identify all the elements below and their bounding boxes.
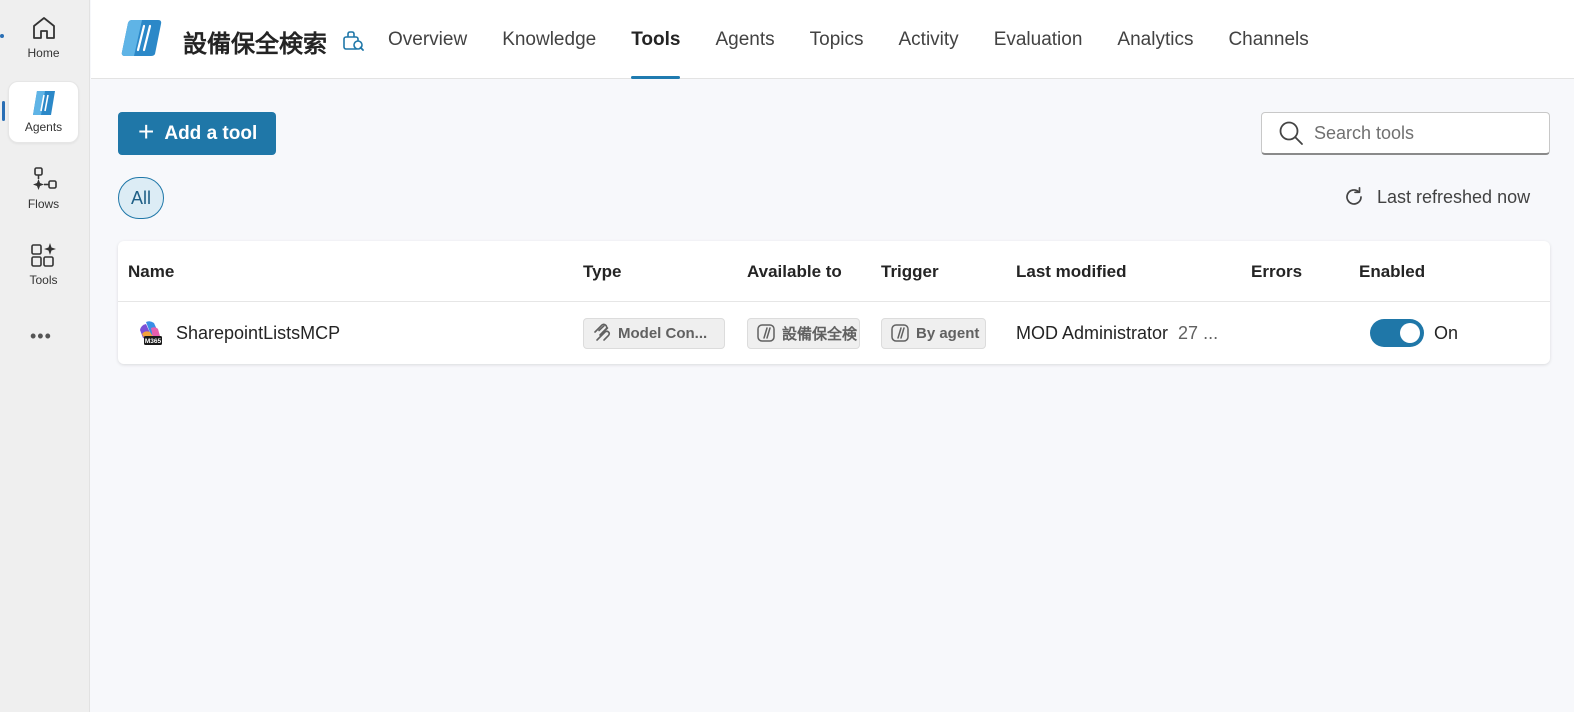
rail-item-label: Agents	[24, 120, 63, 134]
m365-icon: M365	[140, 321, 162, 345]
flows-icon	[32, 167, 57, 190]
rail-item-label: Flows	[27, 197, 60, 211]
tab-tools[interactable]: Tools	[631, 0, 681, 79]
tool-type-cell: Model Con...	[583, 302, 725, 364]
rail-item-home[interactable]: Home	[8, 6, 79, 68]
available-to-badge: 設備保全検	[747, 317, 860, 349]
column-header-name[interactable]: Name	[128, 262, 174, 282]
column-header-available-to[interactable]: Available to	[747, 262, 842, 282]
type-label: Model Con...	[618, 324, 708, 342]
filter-chip-all[interactable]: All	[118, 177, 164, 219]
rail-item-label: Tools	[29, 273, 58, 287]
column-header-errors[interactable]: Errors	[1251, 262, 1302, 282]
agent-header: 設備保全検索 Overview Knowledge Tools Agents T…	[91, 0, 1574, 79]
tab-activity[interactable]: Activity	[899, 0, 959, 79]
agent-tabs: Overview Knowledge Tools Agents Topics A…	[388, 0, 1344, 79]
more-icon[interactable]: •••	[30, 326, 52, 347]
tab-topics[interactable]: Topics	[810, 0, 864, 79]
add-tool-label: Add a tool	[164, 122, 258, 144]
column-header-type[interactable]: Type	[583, 262, 621, 282]
refresh-icon	[1346, 186, 1362, 205]
rail-active-indicator	[2, 101, 5, 121]
rail-item-flows[interactable]: Flows	[8, 157, 79, 219]
search-box[interactable]	[1261, 112, 1550, 155]
left-rail: Home Agents Flows Tools •••	[0, 0, 90, 712]
refresh-button[interactable]: Last refreshed now	[1343, 186, 1530, 208]
enabled-cell: On	[1370, 302, 1458, 364]
column-header-trigger[interactable]: Trigger	[881, 262, 939, 282]
column-header-enabled[interactable]: Enabled	[1359, 262, 1425, 282]
agents-icon	[32, 91, 55, 115]
refresh-status-text: Last refreshed now	[1377, 186, 1531, 207]
tool-name-cell[interactable]: M365 SharepointListsMCP	[136, 302, 340, 364]
agent-logo-icon	[121, 20, 162, 56]
type-badge: Model Con...	[583, 317, 725, 349]
modified-by: MOD Administrator	[1016, 322, 1169, 343]
column-header-last-modified[interactable]: Last modified	[1016, 262, 1127, 282]
rail-item-tools[interactable]: Tools	[8, 233, 79, 295]
tab-analytics[interactable]: Analytics	[1117, 0, 1193, 79]
tab-knowledge[interactable]: Knowledge	[502, 0, 596, 79]
mcp-icon	[594, 323, 611, 341]
available-to-label: 設備保全検	[782, 325, 858, 343]
available-to-cell: 設備保全検	[747, 302, 860, 364]
agent-trigger-icon	[891, 324, 909, 342]
tab-overview[interactable]: Overview	[388, 0, 467, 79]
tools-table: Name Type Available to Trigger Last modi…	[118, 241, 1550, 364]
enabled-toggle[interactable]	[1370, 319, 1424, 347]
home-icon	[32, 17, 55, 39]
tools-icon	[30, 243, 56, 267]
tab-channels[interactable]: Channels	[1228, 0, 1308, 79]
tab-evaluation[interactable]: Evaluation	[994, 0, 1083, 79]
table-header: Name Type Available to Trigger Last modi…	[118, 241, 1550, 302]
toggle-knob	[1400, 323, 1420, 343]
modified-date: 27 ...	[1178, 322, 1219, 343]
enabled-label: On	[1434, 322, 1459, 343]
agent-settings-icon[interactable]	[342, 30, 364, 52]
last-modified-cell: MOD Administrator 27 ...	[1016, 302, 1218, 364]
trigger-cell: By agent	[881, 302, 986, 364]
rail-item-agents[interactable]: Agents	[8, 81, 79, 143]
table-row[interactable]: M365 SharepointListsMCP Model Con... 設備保…	[118, 302, 1550, 364]
rail-item-label: Home	[27, 46, 60, 60]
svg-text:M365: M365	[145, 338, 162, 345]
search-input[interactable]	[1314, 122, 1534, 144]
trigger-badge: By agent	[881, 317, 986, 349]
rail-notification-dot	[0, 34, 4, 38]
trigger-label: By agent	[916, 324, 980, 342]
tab-agents[interactable]: Agents	[715, 0, 774, 79]
search-icon	[1279, 121, 1303, 145]
tool-name[interactable]: SharepointListsMCP	[176, 323, 340, 344]
plus-icon: +	[138, 116, 155, 147]
agent-title: 設備保全検索	[183, 31, 327, 58]
add-tool-button[interactable]: + Add a tool	[118, 112, 276, 155]
agent-small-icon	[757, 324, 775, 342]
